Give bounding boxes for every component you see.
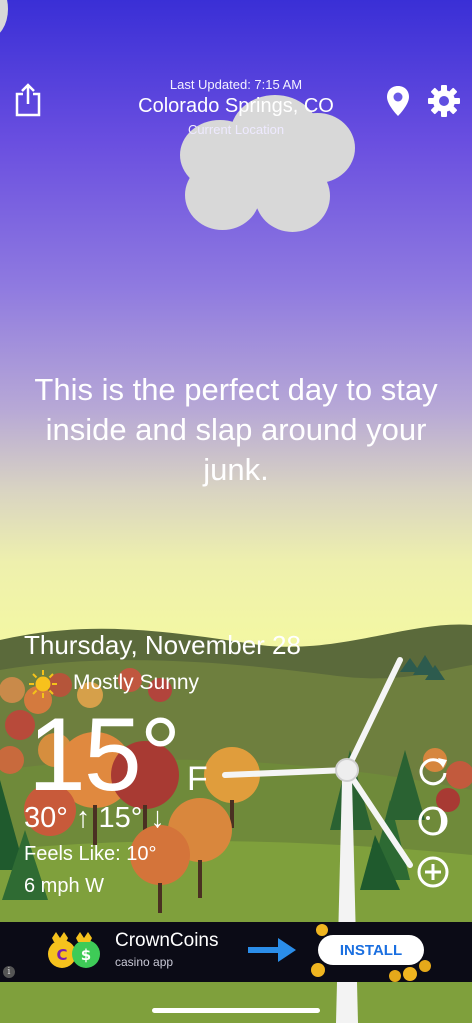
location-button[interactable] [384,84,412,118]
temperature-value: 15° [28,697,181,813]
install-button[interactable]: INSTALL [318,935,424,965]
ad-subtitle: casino app [115,955,174,969]
sun-icon [28,669,58,699]
share-icon [15,83,41,117]
refresh-icon [419,758,447,786]
add-location-icon [417,856,449,888]
gear-icon [428,85,460,117]
date-label: Thursday, November 28 [24,630,301,660]
cloud-top-left [0,0,10,40]
add-location-button[interactable] [414,853,452,891]
location-pin-icon [387,86,409,116]
moon-phase-icon [418,806,448,836]
location-label: Current Location [187,122,285,137]
svg-text:C: C [56,946,67,964]
high-low-temps: 30° ↑ 15° ↓ [24,802,165,834]
feels-like: Feels Like: 10° [24,843,157,865]
crowncoins-logo: C $ [48,932,100,968]
share-button[interactable] [12,80,44,120]
arrow-right-icon [248,938,296,962]
ad-title: CrownCoins [115,930,219,951]
settings-button[interactable] [425,82,463,120]
svg-text:$: $ [81,946,91,964]
home-indicator[interactable] [152,1008,320,1013]
ad-info-icon[interactable]: i [3,966,15,978]
condition-label: Mostly Sunny [73,671,200,694]
wind-speed: 6 mph W [24,875,105,897]
ad-banner[interactable]: C $ CrownCoins casino app INSTALL i [0,922,472,982]
temperature-unit[interactable]: F [187,760,208,799]
refresh-button[interactable] [414,752,452,790]
weather-message: This is the perfect day to stay inside a… [34,372,438,487]
moon-phase-button[interactable] [414,802,452,840]
